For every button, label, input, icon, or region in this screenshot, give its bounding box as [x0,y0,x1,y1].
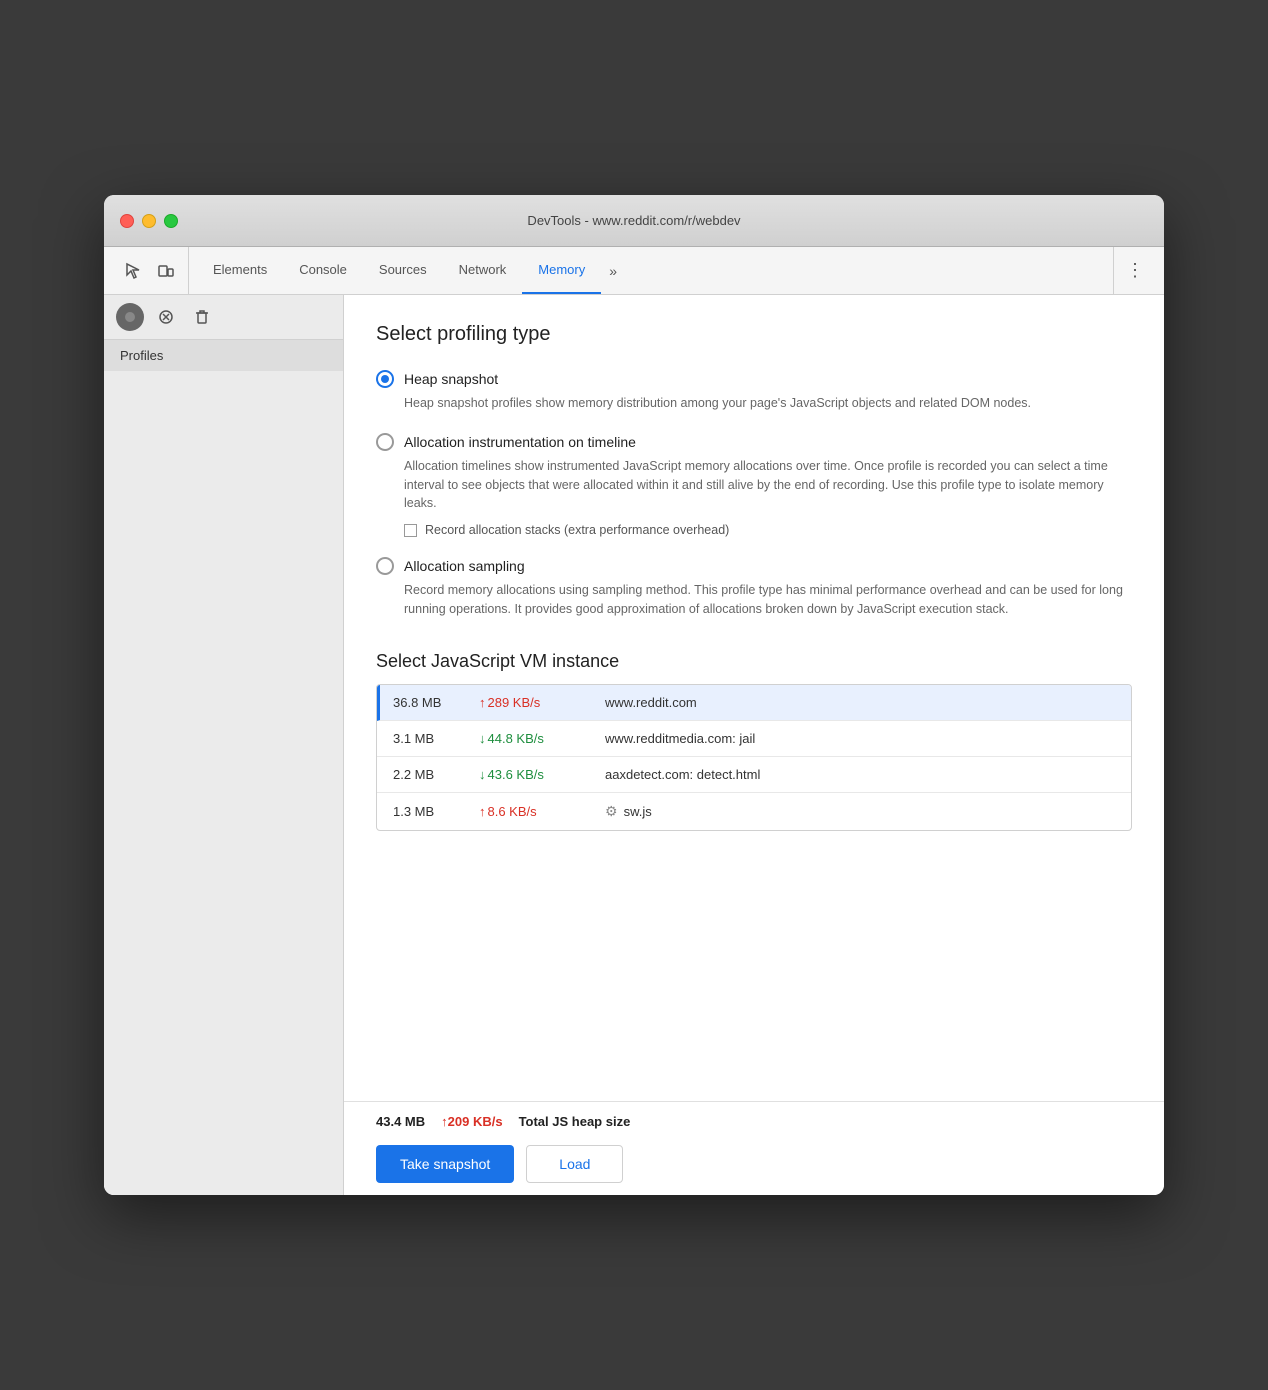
more-tabs-button[interactable]: » [601,263,625,279]
titlebar: DevTools - www.reddit.com/r/webdev [104,195,1164,247]
take-snapshot-button[interactable]: Take snapshot [376,1145,514,1183]
maximize-button[interactable] [164,214,178,228]
vm-arrow-up-3 [479,804,488,819]
footer: 43.4 MB ↑209 KB/s Total JS heap size Tak… [344,1101,1164,1195]
stop-button[interactable] [152,303,180,331]
device-toolbar-icon[interactable] [152,257,180,285]
vm-arrow-down-2 [479,767,488,782]
vm-section-title: Select JavaScript VM instance [376,651,1132,672]
tab-elements[interactable]: Elements [197,247,283,294]
allocation-stacks-label: Record allocation stacks (extra performa… [425,523,729,537]
allocation-stacks-row: Record allocation stacks (extra performa… [376,523,1132,537]
gear-icon-3: ⚙ [605,803,618,820]
allocation-stacks-checkbox[interactable] [404,524,417,537]
option-allocation-timeline-desc: Allocation timelines show instrumented J… [376,457,1132,513]
vm-arrow-down-1 [479,731,488,746]
vm-rate-3: 8.6 KB/s [479,804,589,819]
sidebar: Profiles [104,295,344,1195]
radio-allocation-sampling[interactable] [376,557,394,575]
vm-rate-1: 44.8 KB/s [479,731,589,746]
vm-memory-1: 3.1 MB [393,731,463,746]
vm-instance-row-0[interactable]: 36.8 MB 289 KB/s www.reddit.com [377,685,1131,721]
tab-memory[interactable]: Memory [522,247,601,294]
content-panel: Select profiling type Heap snapshot Heap… [344,295,1164,1101]
vm-rate-2: 43.6 KB/s [479,767,589,782]
option-heap-snapshot: Heap snapshot Heap snapshot profiles sho… [376,370,1132,413]
vm-name-2: aaxdetect.com: detect.html [605,767,1115,782]
profiling-options: Heap snapshot Heap snapshot profiles sho… [376,370,1132,619]
option-heap-snapshot-label: Heap snapshot [404,371,498,387]
record-button[interactable] [116,303,144,331]
option-allocation-timeline-header[interactable]: Allocation instrumentation on timeline [376,433,1132,451]
load-button[interactable]: Load [526,1145,623,1183]
tab-console[interactable]: Console [283,247,363,294]
traffic-lights [120,214,178,228]
toolbar-icons [112,247,189,294]
vm-instance-row-3[interactable]: 1.3 MB 8.6 KB/s ⚙ sw.js [377,793,1131,830]
vm-name-1: www.redditmedia.com: jail [605,731,1115,746]
menu-button[interactable]: ⋮ [1113,247,1156,294]
footer-total-rate: ↑209 KB/s [441,1114,502,1129]
radio-allocation-timeline[interactable] [376,433,394,451]
close-button[interactable] [120,214,134,228]
vm-memory-0: 36.8 MB [393,695,463,710]
option-allocation-sampling-header[interactable]: Allocation sampling [376,557,1132,575]
footer-total-memory: 43.4 MB [376,1114,425,1129]
option-heap-snapshot-desc: Heap snapshot profiles show memory distr… [376,394,1132,413]
tab-bar: Elements Console Sources Network Memory … [197,247,1113,294]
vm-memory-3: 1.3 MB [393,804,463,819]
sidebar-toolbar [104,295,343,340]
radio-heap-snapshot[interactable] [376,370,394,388]
footer-buttons: Take snapshot Load [376,1145,1132,1183]
option-allocation-sampling-desc: Record memory allocations using sampling… [376,581,1132,619]
option-allocation-sampling: Allocation sampling Record memory alloca… [376,557,1132,619]
footer-total-label: Total JS heap size [519,1114,631,1129]
option-heap-snapshot-header[interactable]: Heap snapshot [376,370,1132,388]
vm-arrow-up-0 [479,695,488,710]
option-allocation-timeline-label: Allocation instrumentation on timeline [404,434,636,450]
vm-rate-0: 289 KB/s [479,695,589,710]
clear-button[interactable] [188,303,216,331]
option-allocation-timeline: Allocation instrumentation on timeline A… [376,433,1132,537]
inspect-icon[interactable] [120,257,148,285]
vm-name-0: www.reddit.com [605,695,1115,710]
option-allocation-sampling-label: Allocation sampling [404,558,525,574]
vm-instance-row-1[interactable]: 3.1 MB 44.8 KB/s www.redditmedia.com: ja… [377,721,1131,757]
devtools-toolbar: Elements Console Sources Network Memory … [104,247,1164,295]
vm-memory-2: 2.2 MB [393,767,463,782]
tab-sources[interactable]: Sources [363,247,443,294]
vm-instance-table: 36.8 MB 289 KB/s www.reddit.com 3.1 MB 4… [376,684,1132,831]
devtools-window: DevTools - www.reddit.com/r/webdev Eleme… [104,195,1164,1195]
footer-stats: 43.4 MB ↑209 KB/s Total JS heap size [376,1114,1132,1129]
sidebar-profiles-label: Profiles [104,340,343,371]
tab-network[interactable]: Network [443,247,523,294]
main-area: Profiles Select profiling type Heap snap… [104,295,1164,1195]
window-title: DevTools - www.reddit.com/r/webdev [527,213,740,228]
vm-name-3: ⚙ sw.js [605,803,1115,820]
minimize-button[interactable] [142,214,156,228]
page-title: Select profiling type [376,323,1132,346]
vm-instance-row-2[interactable]: 2.2 MB 43.6 KB/s aaxdetect.com: detect.h… [377,757,1131,793]
